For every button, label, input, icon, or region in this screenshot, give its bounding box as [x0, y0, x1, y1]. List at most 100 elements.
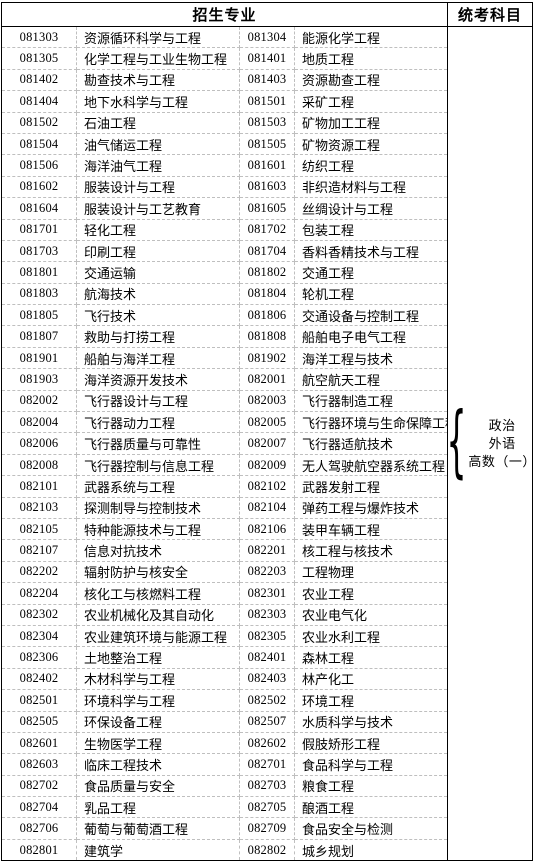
major-name-a: 服装设计与工艺教育	[76, 197, 240, 220]
major-name-a: 石油工程	[76, 112, 240, 134]
subjects-cell: {政治 外语 高数（一）	[446, 26, 533, 861]
major-code-b: 081401	[239, 47, 295, 70]
major-name-a: 飞行器设计与工程	[76, 390, 240, 413]
major-code-a: 082601	[1, 732, 77, 755]
major-code-b: 082001	[239, 368, 295, 391]
major-name-a: 乳品工程	[76, 796, 240, 819]
major-name-b: 丝绸设计与工程	[294, 197, 448, 220]
major-code-b: 082709	[239, 817, 295, 840]
major-name-b: 酿酒工程	[294, 796, 448, 819]
major-code-b: 082009	[239, 454, 295, 477]
major-code-a: 081502	[1, 112, 77, 134]
major-code-a: 081807	[1, 325, 77, 348]
major-name-b: 轮机工程	[294, 283, 448, 306]
major-name-b: 城乡规划	[302, 843, 355, 859]
major-code-b: 081804	[239, 283, 295, 306]
major-name-b: 装甲车辆工程	[294, 518, 448, 541]
major-name-b: 能源化学工程	[294, 26, 448, 49]
major-code-b: 082403	[239, 668, 295, 691]
header-subjects: 统考科目	[447, 2, 533, 27]
majors-subjects-table: 招生专业 统考科目 081303 资源循环科学与工程 081304 能源化学工程{政治…	[1, 2, 533, 861]
subject-item: 外语	[488, 435, 516, 451]
major-name-b: 农业电气化	[294, 604, 448, 626]
major-code-b: 081806	[239, 304, 295, 327]
major-name-a: 航海技术	[76, 283, 240, 306]
major-name-a: 飞行器控制与信息工程	[76, 454, 240, 477]
major-code-a: 082704	[1, 796, 77, 819]
major-code-a: 081901	[1, 347, 77, 370]
major-name-a: 核化工与核燃料工程	[76, 582, 240, 605]
major-name-b: 工程物理	[294, 561, 448, 584]
major-code-a: 082002	[1, 390, 77, 413]
major-name-a: 武器系统与工程	[76, 475, 240, 498]
major-code-a: 082204	[1, 582, 77, 605]
major-code-b: 082703	[239, 775, 295, 798]
major-code-b: 082102	[239, 475, 295, 498]
brace-icon: {	[446, 396, 467, 488]
major-code-a: 081303	[1, 26, 77, 49]
major-name-b: 环境工程	[294, 689, 448, 712]
major-code-a: 081506	[1, 154, 77, 177]
major-name-a: 土地整治工程	[76, 646, 240, 669]
major-code-a: 082505	[1, 711, 77, 733]
major-name-b: 交通工程	[294, 261, 448, 284]
major-name-b: 核工程与核技术	[294, 539, 448, 562]
header-majors: 招生专业	[1, 2, 449, 27]
major-code-a: 082008	[1, 454, 77, 477]
major-code-b: 082507	[239, 711, 295, 733]
major-name-a: 信息对抗技术	[76, 539, 240, 562]
major-name-a: 葡萄与葡萄酒工程	[76, 817, 240, 840]
major-name-a: 农业建筑环境与能源工程	[76, 625, 240, 648]
major-code-a: 081801	[1, 261, 77, 284]
major-name-a: 救助与打捞工程	[76, 325, 240, 348]
major-code-b: 082802	[239, 839, 295, 861]
major-code-a: 082101	[1, 475, 77, 498]
major-code-a: 082402	[1, 668, 77, 691]
major-name-a: 地下水科学与工程	[76, 90, 240, 113]
major-code-b: 081503	[239, 112, 295, 134]
major-code-a: 082603	[1, 753, 77, 776]
major-code-a: 081703	[1, 240, 77, 263]
major-name-a: 服装设计与工程	[76, 176, 240, 199]
major-code-b: 082003	[239, 390, 295, 413]
major-name-b: 无人驾驶航空器系统工程	[294, 454, 448, 477]
major-code-b: 082701	[239, 753, 295, 776]
major-code-b: 081702	[239, 219, 295, 241]
subject-list: 政治 外语 高数（一）	[468, 417, 533, 471]
major-name-b: 地质工程	[294, 47, 448, 70]
major-name-a: 农业机械化及其自动化	[76, 604, 240, 626]
major-name-b: 矿物资源工程	[294, 133, 448, 156]
major-name-b: 农业工程	[294, 582, 448, 605]
major-code-b: 081601	[239, 154, 295, 177]
major-code-a: 081504	[1, 133, 77, 156]
major-code-b: 081403	[239, 69, 295, 92]
major-name-a: 特种能源技术与工程	[76, 518, 240, 541]
major-code-a: 082202	[1, 561, 77, 584]
major-code-b: 081808	[239, 325, 295, 348]
major-name-a: 飞行技术	[76, 304, 240, 327]
major-code-b: 081603	[239, 176, 295, 199]
major-code-a: 081402	[1, 69, 77, 92]
major-name-b: 飞行器环境与生命保障工程	[294, 411, 448, 434]
major-name-a: 食品质量与安全	[76, 775, 240, 798]
major-name-a: 印刷工程	[76, 240, 240, 263]
page-root: 招生专业 统考科目 081303 资源循环科学与工程 081304 能源化学工程{政治…	[0, 2, 533, 861]
subject-item: 高数（一）	[468, 453, 533, 469]
major-code-a: 082006	[1, 432, 77, 455]
major-name-b: 香料香精技术与工程	[294, 240, 448, 263]
major-code-b: 082301	[239, 582, 295, 605]
major-code-a: 082304	[1, 625, 77, 648]
major-code-b: 081802	[239, 261, 295, 284]
major-name-b: 航空航天工程	[294, 368, 448, 391]
major-code-b: 082602	[239, 732, 295, 755]
major-name-b: 包装工程	[294, 219, 448, 241]
major-code-b: 081605	[239, 197, 295, 220]
major-code-b: 082104	[239, 497, 295, 519]
major-name-a: 海洋资源开发技术	[76, 368, 240, 391]
major-code-b: 082007	[239, 432, 295, 455]
major-code-b: 082305	[239, 625, 295, 648]
major-code-a: 082107	[1, 539, 77, 562]
major-name-b: 武器发射工程	[294, 475, 448, 498]
major-code-a: 081701	[1, 219, 77, 241]
major-code-a: 082706	[1, 817, 77, 840]
